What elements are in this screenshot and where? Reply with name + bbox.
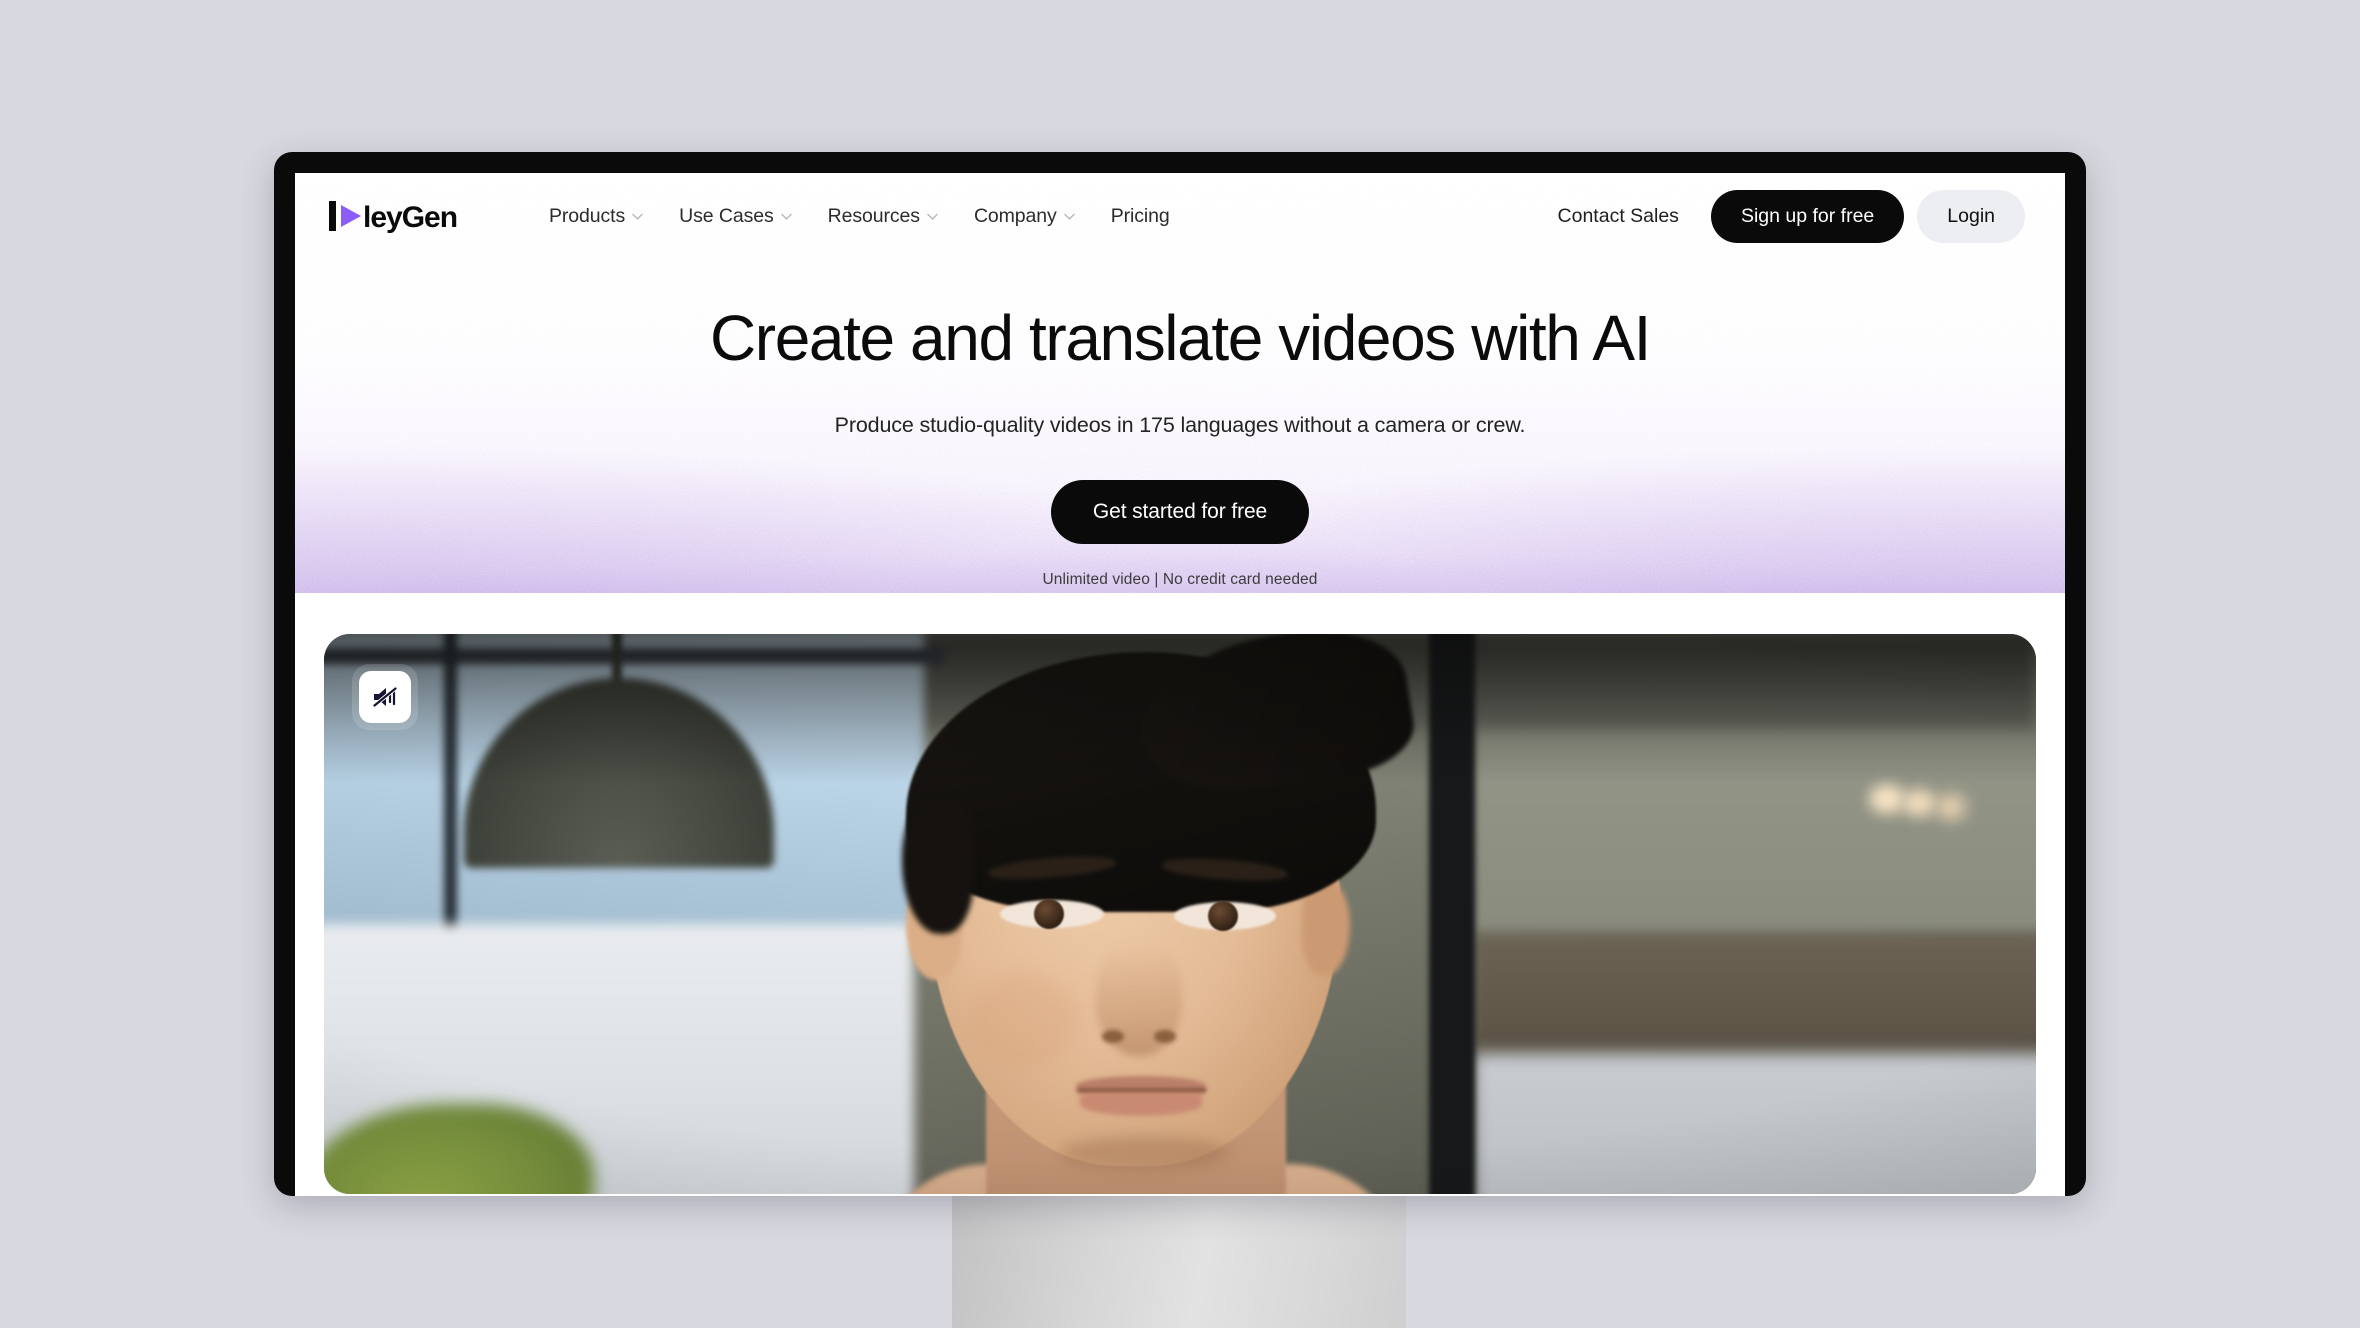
- login-button[interactable]: Login: [1917, 189, 2025, 243]
- monitor-frame: leyGen Products Use Cases Resources Comp…: [274, 152, 2086, 1196]
- nav-item-pricing[interactable]: Pricing: [1093, 197, 1188, 236]
- nav-links: Products Use Cases Resources Company Pri…: [531, 197, 1188, 236]
- nav-actions: Contact Sales Sign up for free Login: [1532, 189, 2025, 243]
- hero-section: Create and translate videos with AI Prod…: [295, 259, 2065, 589]
- nav-item-label: Use Cases: [679, 204, 774, 227]
- nav-item-products[interactable]: Products: [531, 197, 661, 236]
- logo-mark: leyGen: [329, 201, 458, 233]
- video-scene: [324, 633, 2036, 1194]
- nav-item-label: Pricing: [1110, 204, 1170, 227]
- page-title: Create and translate videos with AI: [709, 302, 1651, 374]
- chevron-down-icon: [632, 213, 643, 220]
- chevron-down-icon: [927, 213, 938, 220]
- nav-item-label: Products: [549, 204, 626, 227]
- chevron-down-icon: [780, 213, 792, 220]
- contact-sales-link[interactable]: Contact Sales: [1532, 195, 1705, 238]
- svg-text:leyGen: leyGen: [363, 201, 457, 233]
- speaker-muted-icon: [359, 670, 411, 723]
- site-navigation: leyGen Products Use Cases Resources Comp…: [295, 173, 2065, 259]
- heygen-logo[interactable]: leyGen: [327, 199, 475, 233]
- cta-note: Unlimited video | No credit card needed: [1042, 570, 1318, 588]
- monitor-stand: [952, 1196, 1406, 1328]
- nav-item-use-cases[interactable]: Use Cases: [661, 197, 809, 236]
- nav-item-company[interactable]: Company: [956, 197, 1093, 236]
- sign-up-button[interactable]: Sign up for free: [1710, 189, 1905, 243]
- video-subject-person: [810, 633, 1470, 1194]
- nav-item-label: Company: [973, 204, 1057, 227]
- play-triangle-icon: [341, 205, 361, 227]
- chevron-down-icon: [1063, 213, 1075, 220]
- browser-screen: leyGen Products Use Cases Resources Comp…: [295, 173, 2065, 1196]
- mute-toggle-button[interactable]: [352, 663, 418, 730]
- nav-item-resources[interactable]: Resources: [810, 197, 956, 236]
- nav-item-label: Resources: [827, 204, 920, 227]
- get-started-button[interactable]: Get started for free: [1050, 479, 1310, 544]
- hero-subtitle: Produce studio-quality videos in 175 lan…: [834, 412, 1526, 437]
- hero-video-player[interactable]: [324, 633, 2036, 1194]
